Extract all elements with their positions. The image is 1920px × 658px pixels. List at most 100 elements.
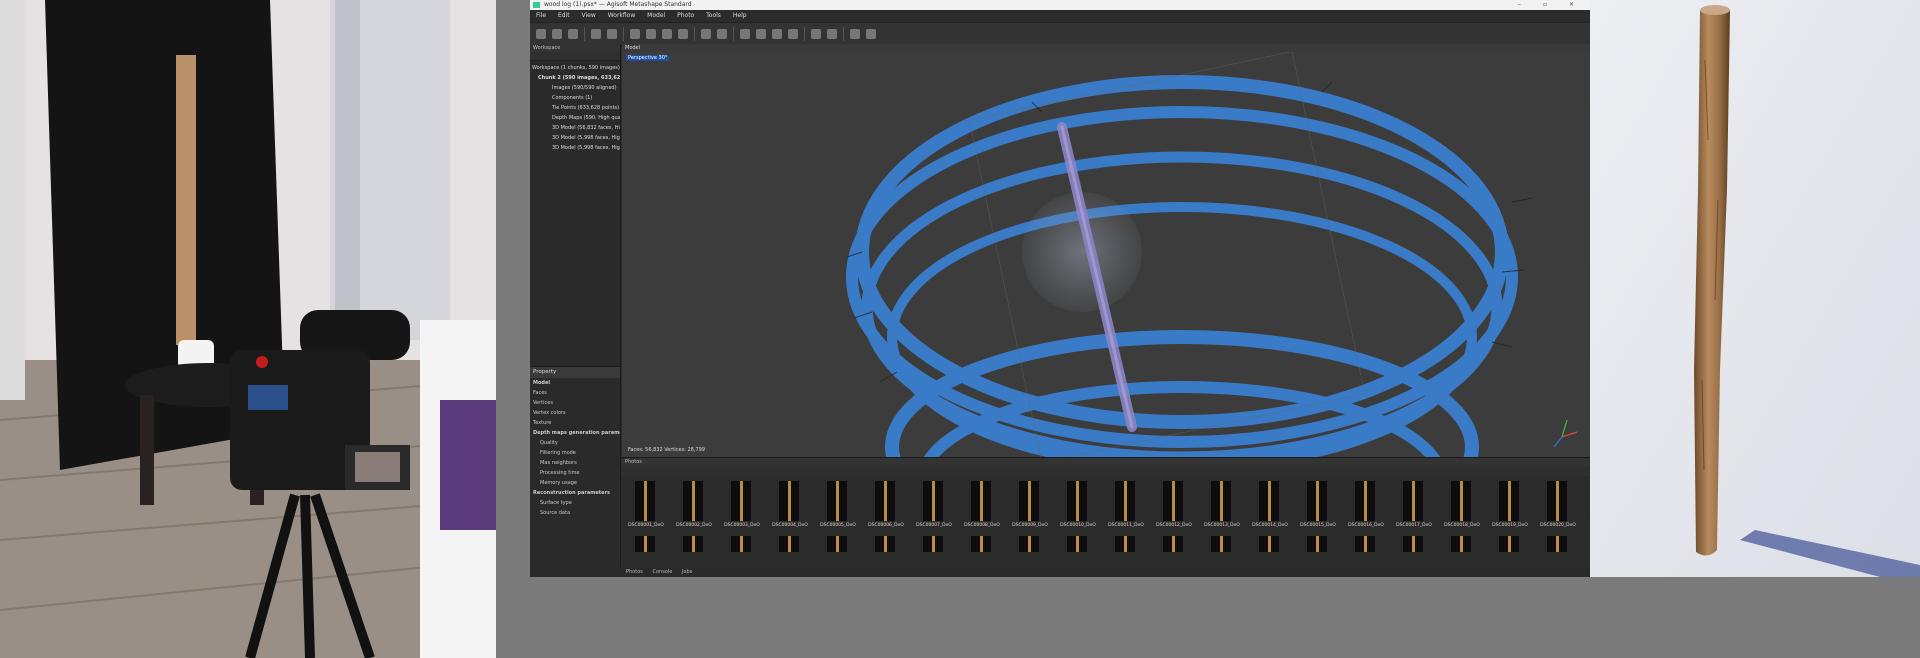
photo-thumbnail[interactable]: DSC00020_DxO [1538, 481, 1578, 531]
photo-thumbnail[interactable] [1106, 536, 1146, 552]
photo-thumbnail[interactable] [1394, 536, 1434, 552]
photo-thumbnail[interactable] [1154, 536, 1194, 552]
photos-panel-title: Photos [622, 458, 1590, 466]
menu-photo[interactable]: Photo [677, 12, 694, 19]
photo-thumbnail[interactable]: DSC00003_DxO [722, 481, 762, 531]
tab-jobs[interactable]: Jobs [682, 569, 692, 575]
photo-thumbnail[interactable] [962, 536, 1002, 552]
photo-image [779, 536, 799, 552]
photo-thumbnail[interactable]: DSC00015_DxO [1298, 481, 1338, 531]
photo-thumbnail[interactable]: DSC00002_DxO [674, 481, 714, 531]
photo-caption: DSC00019_DxO [1492, 523, 1528, 528]
photo-caption: DSC00013_DxO [1204, 523, 1240, 528]
tab-console[interactable]: Console [652, 569, 672, 575]
property-item: Model [533, 380, 551, 386]
photo-thumbnail[interactable]: DSC00007_DxO [914, 481, 954, 531]
photo-thumbnail[interactable]: DSC00010_DxO [1058, 481, 1098, 531]
photo-thumbnail[interactable]: DSC00013_DxO [1202, 481, 1242, 531]
tree-item-chunk[interactable]: Chunk 2 (590 images, 633,628 t [530, 73, 620, 83]
menu-workflow[interactable]: Workflow [608, 12, 636, 19]
photo-thumbnail[interactable] [914, 536, 954, 552]
photo-thumbnail[interactable] [626, 536, 666, 552]
photo-thumbnail[interactable] [770, 536, 810, 552]
tree-item-3d-model-3[interactable]: 3D Model (5,998 faces, High q [530, 143, 620, 153]
photo-thumbnail[interactable]: DSC00019_DxO [1490, 481, 1530, 531]
show-info-icon[interactable] [866, 29, 876, 39]
open-project-icon[interactable] [552, 29, 562, 39]
crop-selection-icon[interactable] [717, 29, 727, 39]
photo-thumbnail[interactable] [1442, 536, 1482, 552]
photo-thumbnail[interactable] [1058, 536, 1098, 552]
photo-thumbnail[interactable]: DSC00006_DxO [866, 481, 906, 531]
redo-icon[interactable] [607, 29, 617, 39]
zoom-in-icon[interactable] [740, 29, 750, 39]
resize-region-icon[interactable] [662, 29, 672, 39]
property-item: Source data [540, 510, 571, 516]
model-viewport[interactable]: Perspective 30° Faces: 56,832 Vertices: … [622, 52, 1590, 457]
photo-caption: DSC00006_DxO [868, 523, 904, 528]
photo-caption: DSC00004_DxO [772, 523, 808, 528]
rectangle-selection-icon[interactable] [646, 29, 656, 39]
navigation-icon[interactable] [630, 29, 640, 39]
title-bar: wood log (1).psx* — Agisoft Metashape St… [530, 0, 1590, 10]
menu-tools[interactable]: Tools [706, 12, 721, 19]
photo-thumbnail[interactable] [818, 536, 858, 552]
photo-caption: DSC00007_DxO [916, 523, 952, 528]
tree-item-tie-points[interactable]: Tie Points (633,628 points) [530, 103, 620, 113]
photo-thumbnail[interactable]: DSC00005_DxO [818, 481, 858, 531]
menu-view[interactable]: View [582, 12, 596, 19]
photo-image [875, 536, 895, 552]
photo-thumbnail[interactable] [1538, 536, 1578, 552]
photo-image [1499, 536, 1519, 552]
rotate-object-icon[interactable] [678, 29, 688, 39]
photo-thumbnail[interactable] [1250, 536, 1290, 552]
zoom-out-icon[interactable] [756, 29, 766, 39]
show-cameras-icon[interactable] [788, 29, 798, 39]
tree-item-3d-model-1[interactable]: 3D Model (56,832 faces, High [530, 123, 620, 133]
photo-thumbnail[interactable]: DSC00004_DxO [770, 481, 810, 531]
menu-help[interactable]: Help [733, 12, 747, 19]
tab-photos[interactable]: Photos [626, 569, 643, 575]
photo-caption: DSC00002_DxO [676, 523, 712, 528]
photo-thumbnail[interactable]: DSC00018_DxO [1442, 481, 1482, 531]
save-project-icon[interactable] [568, 29, 578, 39]
show-grid-icon[interactable] [811, 29, 821, 39]
photo-thumbnail[interactable] [1298, 536, 1338, 552]
photo-thumbnail[interactable] [1202, 536, 1242, 552]
photo-thumbnail[interactable] [1490, 536, 1530, 552]
tree-item-components[interactable]: Components (1) [530, 93, 620, 103]
photo-image [923, 536, 943, 552]
photo-thumbnail[interactable] [1346, 536, 1386, 552]
tree-item-3d-model-2[interactable]: 3D Model (5,998 faces, High q [530, 133, 620, 143]
photo-thumbnail[interactable]: DSC00017_DxO [1394, 481, 1434, 531]
photo-thumbnail[interactable] [866, 536, 906, 552]
photo-image [1211, 536, 1231, 552]
photo-thumbnail[interactable]: DSC00008_DxO [962, 481, 1002, 531]
tree-item-depth-maps[interactable]: Depth Maps (590, High quality [530, 113, 620, 123]
property-group: Depth maps generation parameters [533, 430, 620, 436]
photo-thumbnail[interactable]: DSC00009_DxO [1010, 481, 1050, 531]
tab-model[interactable]: Model [622, 44, 1590, 52]
tree-item-images[interactable]: Images (590/590 aligned) [530, 83, 620, 93]
photo-thumbnail[interactable] [1010, 536, 1050, 552]
photo-thumbnail[interactable]: DSC00001_DxO [626, 481, 666, 531]
menu-model[interactable]: Model [647, 12, 665, 19]
photo-thumbnail[interactable]: DSC00014_DxO [1250, 481, 1290, 531]
photo-thumbnail[interactable]: DSC00016_DxO [1346, 481, 1386, 531]
photo-thumbnail[interactable] [722, 536, 762, 552]
undo-icon[interactable] [591, 29, 601, 39]
main-toolbar [530, 23, 1590, 46]
window-controls[interactable]: ‒ ▫ ✕ [1517, 0, 1584, 10]
reset-view-icon[interactable] [772, 29, 782, 39]
model-view-mode-icon[interactable] [827, 29, 837, 39]
new-project-icon[interactable] [536, 29, 546, 39]
menu-file[interactable]: File [536, 12, 546, 19]
photo-caption: DSC00015_DxO [1300, 523, 1336, 528]
delete-selection-icon[interactable] [701, 29, 711, 39]
tree-item-workspace[interactable]: Workspace (1 chunks, 590 images) [530, 63, 620, 73]
menu-edit[interactable]: Edit [558, 12, 570, 19]
photo-thumbnail[interactable] [674, 536, 714, 552]
capture-view-icon[interactable] [850, 29, 860, 39]
photo-thumbnail[interactable]: DSC00012_DxO [1154, 481, 1194, 531]
photo-thumbnail[interactable]: DSC00011_DxO [1106, 481, 1146, 531]
